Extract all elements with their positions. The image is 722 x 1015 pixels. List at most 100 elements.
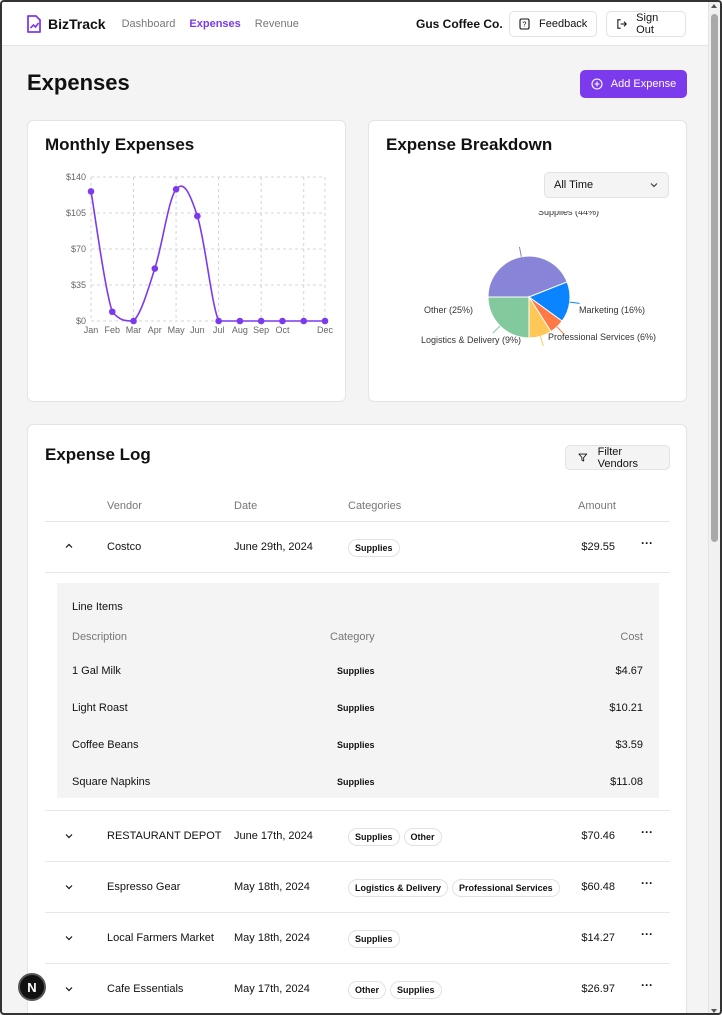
data-point[interactable] — [236, 317, 244, 325]
x-tick-label: Jul — [213, 325, 225, 335]
sign-out-button[interactable]: Sign Out — [606, 11, 686, 37]
nav-dashboard[interactable]: Dashboard — [122, 18, 176, 30]
amount-cell: $29.55 — [581, 541, 615, 553]
category-badge: Supplies — [348, 930, 400, 948]
y-tick-label: $35 — [71, 280, 86, 290]
next-dev-badge[interactable]: N — [18, 973, 46, 1001]
col-header-amount[interactable]: Amount — [578, 500, 616, 512]
scroll-down-icon[interactable] — [711, 1009, 717, 1013]
y-tick-label: $105 — [66, 208, 86, 218]
row-menu-icon[interactable]: ··· — [641, 825, 653, 839]
data-point[interactable] — [194, 212, 201, 220]
data-point[interactable] — [108, 308, 116, 316]
data-point[interactable] — [151, 265, 159, 272]
data-point[interactable] — [215, 317, 222, 325]
category-badges: Logistics & Delivery Professional Servic… — [348, 879, 564, 897]
table-row[interactable]: RESTAURANT DEPOT June 17th, 2024 Supplie… — [45, 811, 670, 862]
line-items-title: Line Items — [72, 601, 123, 613]
category-badge: Other — [403, 828, 442, 846]
date-cell: May 18th, 2024 — [234, 932, 310, 944]
scrollbar[interactable] — [708, 2, 720, 1013]
logo-icon — [27, 14, 41, 33]
data-point[interactable] — [172, 186, 180, 193]
filter-vendors-label: Filter Vendors — [597, 445, 638, 470]
pie-leader-line — [492, 325, 501, 334]
category-badge: Supplies — [390, 981, 442, 999]
category-badges: Supplies — [348, 539, 404, 557]
chevron-down-icon[interactable] — [65, 934, 73, 942]
main-nav: Dashboard Expenses Revenue — [122, 18, 313, 30]
pie-leader-line — [539, 336, 544, 347]
amount-cell: $60.48 — [581, 881, 615, 893]
x-tick-label: Jan — [84, 325, 99, 335]
brand-name: BizTrack — [48, 15, 106, 32]
x-tick-label: Mar — [126, 325, 142, 335]
line-item-cost: $10.21 — [609, 702, 643, 714]
x-tick-label: Sep — [253, 325, 269, 335]
x-tick-label: Feb — [105, 325, 121, 335]
li-header-cost: Cost — [620, 631, 643, 643]
line-item-description: Coffee Beans — [72, 739, 139, 751]
category-badge: Professional Services — [452, 879, 560, 897]
monthly-expenses-title: Monthly Expenses — [45, 135, 195, 154]
row-menu-icon[interactable]: ··· — [641, 978, 653, 992]
data-point[interactable] — [321, 317, 329, 325]
line-item-description: Square Napkins — [72, 776, 151, 788]
category-badge: Other — [348, 981, 387, 999]
sign-out-label: Sign Out — [636, 12, 659, 36]
brand[interactable]: BizTrack — [26, 14, 106, 33]
chevron-up-icon[interactable] — [65, 542, 73, 550]
data-point[interactable] — [87, 188, 95, 195]
pie-slice-label: Supplies (44%) — [538, 211, 599, 217]
data-point[interactable] — [257, 317, 265, 325]
li-header-description: Description — [72, 631, 128, 643]
date-cell: May 18th, 2024 — [234, 881, 310, 893]
pie-slice-label: Professional Services (6%) — [548, 332, 656, 342]
col-header-vendor[interactable]: Vendor — [107, 500, 142, 512]
category-badges: Supplies — [348, 930, 404, 948]
chevron-down-icon[interactable] — [65, 985, 73, 993]
col-header-categories[interactable]: Categories — [348, 500, 401, 512]
pie-leader-line — [569, 301, 580, 304]
nav-revenue[interactable]: Revenue — [255, 18, 299, 30]
line-item-row: Coffee Beans Supplies $3.59 — [57, 729, 659, 767]
time-range-value: All Time — [554, 179, 594, 191]
table-row[interactable]: Costco June 29th, 2024 Supplies $29.55 ·… — [45, 522, 670, 573]
vendor-cell: Local Farmers Market — [107, 932, 214, 944]
amount-cell: $26.97 — [581, 983, 615, 995]
time-range-select[interactable]: All Time — [544, 172, 669, 198]
data-point[interactable] — [279, 317, 286, 325]
top-nav: BizTrack Dashboard Expenses Revenue Gus … — [2, 2, 710, 46]
line-item-row: 1 Gal Milk Supplies $4.67 — [57, 653, 659, 691]
feedback-label: Feedback — [539, 18, 588, 30]
chevron-down-icon[interactable] — [65, 832, 73, 840]
scrollbar-thumb[interactable] — [711, 14, 718, 542]
expense-breakdown-title: Expense Breakdown — [386, 135, 553, 154]
col-header-date[interactable]: Date — [234, 500, 257, 512]
filter-icon — [578, 453, 588, 462]
row-menu-icon[interactable]: ··· — [641, 927, 653, 941]
nav-expenses[interactable]: Expenses — [189, 18, 240, 30]
date-cell: June 29th, 2024 — [234, 541, 313, 553]
row-menu-icon[interactable]: ··· — [641, 876, 653, 890]
company-name: Gus Coffee Co. — [416, 17, 503, 31]
plus-circle-icon — [591, 78, 603, 90]
chevron-down-icon[interactable] — [65, 883, 73, 891]
table-row[interactable]: Espresso Gear May 18th, 2024 Logistics &… — [45, 862, 670, 913]
add-expense-label: Add Expense — [610, 78, 677, 90]
add-expense-button[interactable]: Add Expense — [580, 70, 687, 98]
date-cell: June 17th, 2024 — [234, 830, 313, 842]
data-point[interactable] — [300, 317, 308, 325]
table-row[interactable]: Local Farmers Market May 18th, 2024 Supp… — [45, 913, 670, 964]
monthly-expenses-card: Monthly Expenses $0 $35 $70 $105 $140 Jan Feb M… — [27, 120, 346, 402]
li-header-category: Category — [330, 631, 375, 643]
table-row[interactable]: Cafe Essentials May 17th, 2024 Other Sup… — [45, 964, 670, 1013]
scroll-up-icon[interactable] — [711, 4, 717, 8]
filter-vendors-button[interactable]: Filter Vendors — [565, 445, 670, 470]
x-tick-label: May — [168, 325, 186, 335]
row-menu-icon[interactable]: ··· — [641, 536, 653, 550]
category-badge: Supplies — [348, 539, 400, 557]
expense-log-title: Expense Log — [45, 445, 151, 464]
data-point[interactable] — [130, 317, 137, 325]
feedback-button[interactable]: ? Feedback — [509, 11, 598, 37]
